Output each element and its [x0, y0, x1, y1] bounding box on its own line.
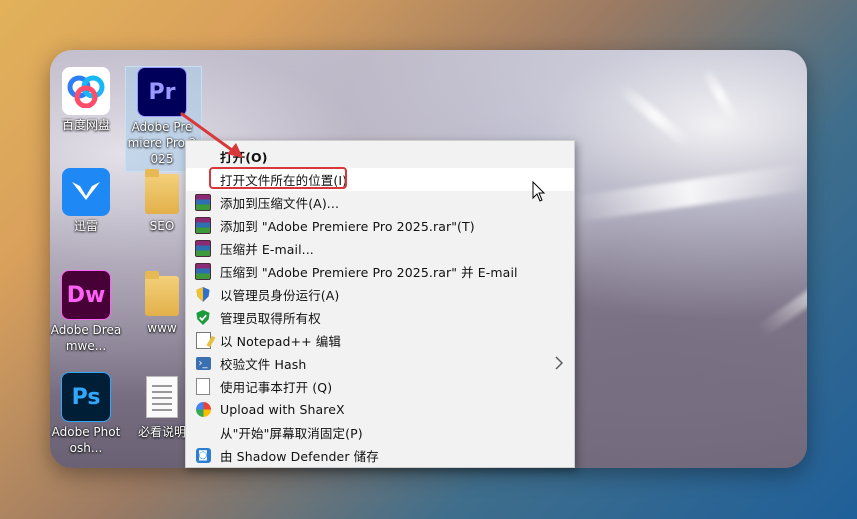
menu-item-compress-email[interactable]: 压缩并 E-mail... [186, 237, 574, 260]
uac-shield-icon [194, 287, 212, 303]
desktop-icon-label: Adobe Dreamwe... [50, 323, 122, 353]
menu-item-take-ownership[interactable]: 管理员取得所有权 [186, 306, 574, 329]
wallpaper-light-streak [700, 66, 740, 124]
menu-item-label: 由 Shadow Defender 储存 [220, 449, 379, 464]
shadow-defender-icon: ◙ [194, 448, 212, 464]
desktop-icon-baidu[interactable]: 百度网盘 [50, 67, 122, 133]
menu-item-label: 压缩到 "Adobe Premiere Pro 2025.rar" 并 E-ma… [220, 265, 518, 280]
folder-icon [145, 271, 179, 316]
context-menu: 打开(O) 打开文件所在的位置(I) 添加到压缩文件(A)... 添加到 "Ad… [185, 140, 575, 468]
menu-item-open[interactable]: 打开(O) [186, 145, 574, 168]
blank-icon [194, 149, 212, 165]
menu-item-label: 从"开始"屏幕取消固定(P) [220, 426, 363, 441]
menu-item-label: 使用记事本打开 (Q) [220, 380, 333, 395]
desktop-icon-label: Adobe Photosh... [51, 425, 121, 455]
menu-item-label: 添加到 "Adobe Premiere Pro 2025.rar"(T) [220, 219, 475, 234]
menu-item-shadow-defender[interactable]: ◙ 由 Shadow Defender 储存 [186, 444, 574, 467]
desktop-icon-photoshop[interactable]: Ps Adobe Photosh... [50, 372, 122, 456]
menu-item-label: 以管理员身份运行(A) [220, 288, 340, 303]
premiere-pro-icon: Pr [137, 67, 187, 117]
submenu-chevron-right-icon [555, 356, 563, 370]
folder-icon [145, 169, 179, 214]
menu-item-label: 压缩并 E-mail... [220, 242, 314, 257]
menu-item-label: 打开(O) [220, 150, 268, 165]
baidu-netdisk-icon [62, 67, 110, 115]
winrar-icon [194, 217, 212, 234]
desktop-icon-dreamweaver[interactable]: Dw Adobe Dreamwe... [50, 270, 122, 354]
green-shield-icon [194, 310, 212, 326]
menu-item-unpin-from-start[interactable]: 从"开始"屏幕取消固定(P) [186, 421, 574, 444]
xunlei-bird-icon [62, 168, 110, 216]
menu-item-label: 添加到压缩文件(A)... [220, 196, 340, 211]
desktop-icon-xunlei[interactable]: 迅雷 [50, 168, 122, 234]
photoshop-icon: Ps [61, 372, 111, 422]
wallpaper-light-streak [616, 82, 694, 150]
notepad-icon [194, 378, 212, 395]
sharex-icon [194, 402, 212, 418]
dreamweaver-icon: Dw [61, 270, 111, 320]
hash-icon: ›_ [194, 356, 212, 372]
menu-item-run-as-admin[interactable]: 以管理员身份运行(A) [186, 283, 574, 306]
menu-item-file-hash[interactable]: ›_ 校验文件 Hash [186, 352, 574, 375]
menu-item-label: Upload with ShareX [220, 402, 345, 417]
annotation-highlight-box [209, 167, 347, 189]
menu-item-open-with-notepad[interactable]: 使用记事本打开 (Q) [186, 375, 574, 398]
wallpaper-light-streak [756, 256, 807, 338]
text-document-icon [146, 376, 178, 418]
menu-item-label: 校验文件 Hash [220, 357, 307, 372]
menu-item-add-to-rar[interactable]: 添加到 "Adobe Premiere Pro 2025.rar"(T) [186, 214, 574, 237]
menu-item-label: 以 Notepad++ 编辑 [220, 334, 341, 349]
menu-item-label: 管理员取得所有权 [220, 311, 321, 326]
desktop-icon-label: 百度网盘 [61, 118, 110, 132]
wallpaper-light-streak [569, 163, 807, 223]
desktop-icon-label: 迅雷 [73, 219, 98, 233]
winrar-icon [194, 194, 212, 211]
winrar-icon [194, 263, 212, 280]
mouse-cursor-icon [532, 181, 546, 202]
notepadpp-icon [194, 332, 212, 349]
menu-item-compress-to-rar-email[interactable]: 压缩到 "Adobe Premiere Pro 2025.rar" 并 E-ma… [186, 260, 574, 283]
menu-item-edit-notepadpp[interactable]: 以 Notepad++ 编辑 [186, 329, 574, 352]
menu-item-add-to-archive[interactable]: 添加到压缩文件(A)... [186, 191, 574, 214]
winrar-icon [194, 240, 212, 257]
menu-item-upload-sharex[interactable]: Upload with ShareX [186, 398, 574, 421]
blank-icon [194, 425, 212, 441]
